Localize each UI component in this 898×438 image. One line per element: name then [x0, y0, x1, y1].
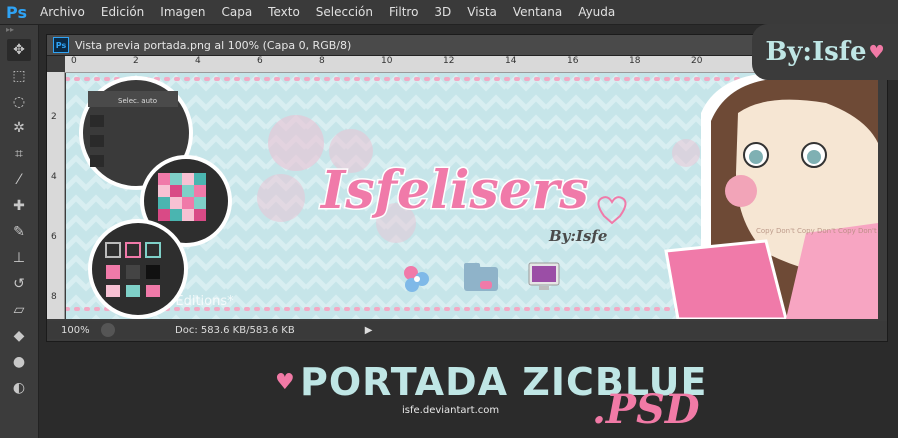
panel-grip-icon: ▸▸ [6, 25, 15, 34]
document-window: Ps Vista previa portada.png al 100% (Cap… [46, 34, 888, 342]
status-info-icon[interactable] [101, 323, 115, 337]
ruler-label: 16 [567, 56, 579, 66]
history-brush-tool-icon[interactable]: ↺ [7, 273, 31, 295]
menu-vista[interactable]: Vista [467, 5, 497, 19]
ruler-label: 6 [51, 232, 57, 242]
ruler-label: 4 [195, 56, 201, 66]
menu-seleccion[interactable]: Selección [316, 5, 373, 19]
menu-filtro[interactable]: Filtro [389, 5, 418, 19]
ruler-label: 6 [257, 56, 263, 66]
author-badge-text: By:Isfe [765, 37, 867, 67]
zoom-level[interactable]: 100% [61, 325, 101, 336]
ruler-label: 10 [381, 56, 393, 66]
healing-brush-tool-icon[interactable]: ✚ [7, 195, 31, 217]
ruler-label: 0 [71, 56, 77, 66]
eraser-tool-icon[interactable]: ▱ [7, 299, 31, 321]
ruler-label: 14 [505, 56, 517, 66]
copy-pattern: Copy Don't Copy Don't Copy Don't [756, 227, 877, 235]
ruler-label: 8 [51, 292, 57, 302]
menu-capa[interactable]: Capa [221, 5, 252, 19]
cover-title: Isfelisers [319, 160, 589, 221]
status-bar: 100% Doc: 583.6 KB/583.6 KB ▶ [47, 321, 887, 339]
move-tool-icon[interactable]: ✥ [7, 39, 31, 61]
photoshop-logo: Ps [6, 2, 27, 22]
status-arrow-icon[interactable]: ▶ [365, 325, 373, 336]
dodge-tool-icon[interactable]: ◐ [7, 377, 31, 399]
mini-ui-option: Selec. auto [118, 97, 157, 105]
ruler-label: 18 [629, 56, 641, 66]
cover-byline: By:Isfe [548, 227, 607, 245]
crop-tool-icon[interactable]: ⌗ [7, 143, 31, 165]
menu-ayuda[interactable]: Ayuda [578, 5, 615, 19]
canvas-artwork[interactable]: Isfelisers By:Isfe *Isfe-Editions* Copy … [66, 73, 878, 319]
zoom-inset-swatches [88, 219, 188, 319]
author-badge: By:Isfe ♥ [752, 24, 898, 80]
ruler-label: 4 [51, 172, 57, 182]
menu-edicion[interactable]: Edición [101, 5, 144, 19]
eyedropper-tool-icon[interactable]: ⁄ [7, 169, 31, 191]
menu-ventana[interactable]: Ventana [513, 5, 562, 19]
menu-texto[interactable]: Texto [268, 5, 300, 19]
brush-tool-icon[interactable]: ✎ [7, 221, 31, 243]
doc-size-info: Doc: 583.6 KB/583.6 KB [175, 324, 295, 336]
ruler-label: 20 [691, 56, 703, 66]
lasso-tool-icon[interactable]: ◌ [7, 91, 31, 113]
menu-bar: Ps Archivo Edición Imagen Capa Texto Sel… [0, 0, 898, 25]
menu-archivo[interactable]: Archivo [40, 5, 85, 19]
tools-panel: ▸▸ ✥ ⬚ ◌ ✲ ⌗ ⁄ ✚ ✎ ⊥ ↺ ▱ ◆ ● ◐ [0, 25, 39, 438]
clone-stamp-tool-icon[interactable]: ⊥ [7, 247, 31, 269]
document-ps-icon: Ps [53, 37, 69, 53]
menu-3d[interactable]: 3D [434, 5, 451, 19]
ruler-label: 2 [133, 56, 139, 66]
menu-imagen[interactable]: Imagen [160, 5, 205, 19]
paint-bucket-tool-icon[interactable]: ◆ [7, 325, 31, 347]
heart-icon: ♥ [868, 41, 885, 63]
blur-tool-icon[interactable]: ● [7, 351, 31, 373]
magic-wand-tool-icon[interactable]: ✲ [7, 117, 31, 139]
cover-illustration: Isfelisers By:Isfe *Isfe-Editions* Copy … [66, 73, 878, 319]
footer-psd-label: .PSD [592, 386, 700, 433]
heart-icon: ♥ [275, 370, 295, 395]
marquee-tool-icon[interactable]: ⬚ [7, 65, 31, 87]
ruler-label: 2 [51, 112, 57, 122]
ruler-label: 8 [319, 56, 325, 66]
ruler-label: 12 [443, 56, 455, 66]
folder-icon [464, 263, 498, 291]
ruler-vertical[interactable]: 2 4 6 8 [47, 72, 65, 319]
document-title: Vista previa portada.png al 100% (Capa 0… [75, 38, 352, 52]
footer-url: isfe.deviantart.com [402, 405, 500, 416]
